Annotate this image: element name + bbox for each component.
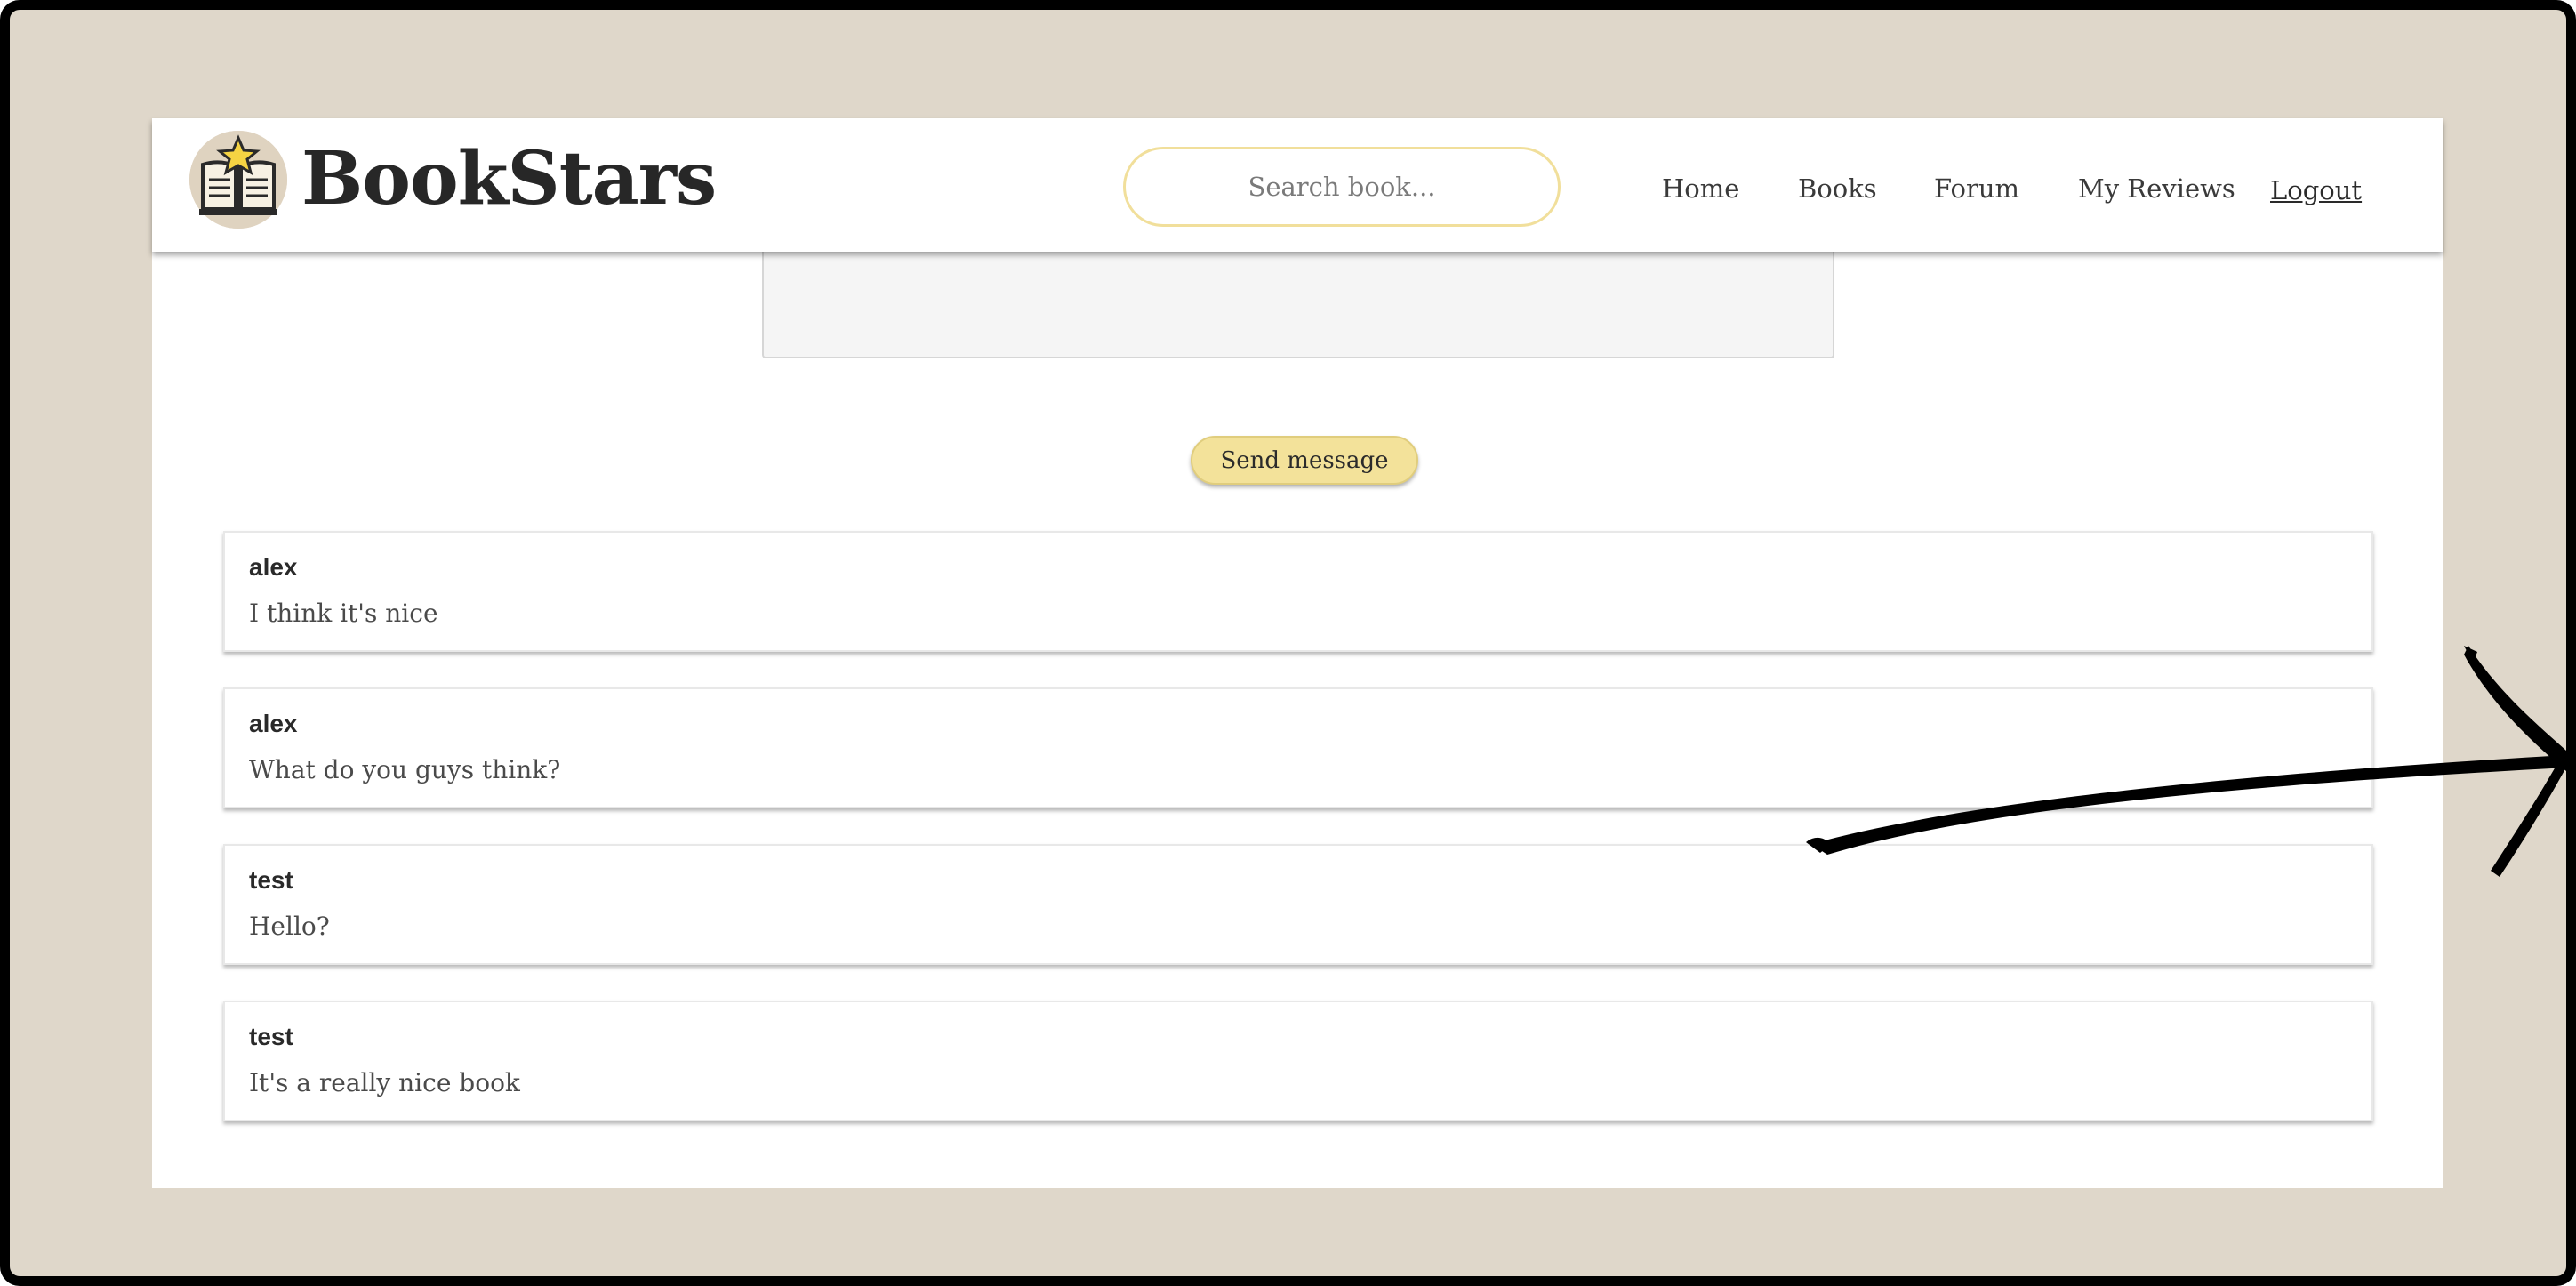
brand-name[interactable]: BookStars [301, 134, 717, 223]
message-author: alex [249, 710, 298, 737]
message-text: It's a really nice book [249, 1068, 520, 1097]
screenshot-frame: BookStars Home Books Forum My Reviews Lo… [0, 0, 2576, 1286]
nav-books[interactable]: Books [1798, 173, 1877, 204]
message-textarea[interactable] [762, 252, 1834, 358]
nav-home[interactable]: Home [1662, 173, 1739, 204]
message-text: Hello? [249, 912, 330, 941]
message-card: test It's a really nice book [223, 1001, 2373, 1121]
message-author: alex [249, 553, 298, 581]
nav-my-reviews[interactable]: My Reviews [2078, 173, 2235, 204]
message-author: test [249, 1023, 293, 1050]
web-page: BookStars Home Books Forum My Reviews Lo… [152, 118, 2443, 1188]
message-card: test Hello? [223, 844, 2373, 965]
site-header: BookStars Home Books Forum My Reviews Lo… [152, 118, 2443, 252]
nav-forum[interactable]: Forum [1934, 173, 2019, 204]
message-author: test [249, 866, 293, 894]
message-list: alex I think it's nice alex What do you … [223, 531, 2373, 1157]
message-text: What do you guys think? [249, 755, 561, 784]
message-card: alex I think it's nice [223, 531, 2373, 652]
message-card: alex What do you guys think? [223, 687, 2373, 808]
message-text: I think it's nice [249, 599, 438, 628]
search-input[interactable] [1123, 147, 1561, 227]
nav-logout[interactable]: Logout [2270, 175, 2362, 205]
send-message-button[interactable]: Send message [1191, 436, 1418, 485]
book-star-icon[interactable] [189, 131, 287, 229]
